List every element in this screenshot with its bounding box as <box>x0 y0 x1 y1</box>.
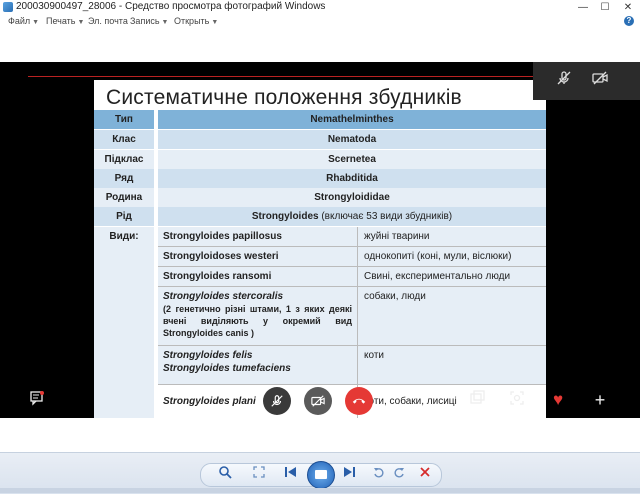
taxonomy-row: Клас Nematoda <box>94 130 546 149</box>
rotate-right-icon[interactable] <box>390 465 408 483</box>
delete-icon[interactable] <box>416 465 434 483</box>
species-host: коти, собаки, лисиці <box>364 396 457 407</box>
species-host: жуйні тварини <box>364 231 430 242</box>
row-value: Nematoda <box>158 130 546 149</box>
species-row: Strongyloides papillosus жуйні тварини <box>158 227 546 246</box>
species-name-text-2: Strongyloides tumefaciens <box>163 363 291 374</box>
photo-viewer-app-icon <box>3 2 13 12</box>
species-host: Свині, експериментально люди <box>364 271 511 282</box>
next-icon[interactable] <box>340 465 358 483</box>
row-label: Рід <box>94 207 154 226</box>
species-host: однокопиті (коні, мули, віслюки) <box>364 251 512 262</box>
species-row: Strongyloides felis Strongyloides tumefa… <box>158 346 546 384</box>
row-label: Родина <box>94 188 154 207</box>
row-value: Rhabditida <box>158 169 546 188</box>
prev-icon[interactable] <box>282 465 300 483</box>
rotate-left-icon[interactable] <box>370 465 388 483</box>
taxonomy-row: Тип Nemathelminthes <box>94 110 546 129</box>
species-row: Strongyloidoses westeri однокопиті (коні… <box>158 247 546 266</box>
close-button[interactable]: ✕ <box>617 0 639 15</box>
species-name: Strongyloides plani <box>158 385 358 418</box>
row-value: Nemathelminthes <box>158 110 546 129</box>
taxonomy-row: Рід Strongyloides (включає 53 види збудн… <box>94 207 546 226</box>
slideshow-button[interactable] <box>307 461 335 489</box>
row-value: Strongyloididae <box>158 188 546 207</box>
fit-icon[interactable] <box>250 465 268 483</box>
species-row: Strongyloides stercoralis (2 генетично р… <box>158 287 546 345</box>
slide-table: Тип Nemathelminthes Клас Nematoda Підкла… <box>94 80 546 418</box>
species-label: Види: <box>94 227 154 418</box>
menu-file[interactable]: Файл ▼ <box>8 16 39 26</box>
species-name: Strongyloidoses westeri <box>158 247 358 266</box>
species-host: коти <box>364 350 384 361</box>
slideshow-icon <box>315 470 327 479</box>
minimize-button[interactable]: — <box>572 0 594 15</box>
species-name: Strongyloides felis Strongyloides tumefa… <box>158 346 358 384</box>
maximize-button[interactable]: ☐ <box>594 0 616 15</box>
menu-print[interactable]: Печать ▼ <box>46 16 84 26</box>
chevron-down-icon: ▼ <box>211 19 219 26</box>
menu-open[interactable]: Открыть ▼ <box>174 16 218 26</box>
species-name: Strongyloides stercoralis (2 генетично р… <box>158 287 358 345</box>
taskbar-edge <box>0 488 640 493</box>
species-note: (2 генетично різні штами, 1 з яких деякі… <box>163 304 352 338</box>
row-value: Scernetea <box>158 150 546 169</box>
chevron-down-icon: ▼ <box>32 19 40 26</box>
chevron-down-icon: ▼ <box>161 19 169 26</box>
species-row: Strongyloides ransomi Свині, експеримент… <box>158 267 546 286</box>
species-name: Strongyloides papillosus <box>158 227 358 246</box>
window-title: 200030900497_28006 - Средство просмотра … <box>16 1 326 12</box>
menu-email[interactable]: Эл. почта <box>88 16 128 26</box>
menu-burn[interactable]: Запись ▼ <box>130 16 168 26</box>
chevron-down-icon: ▼ <box>77 19 85 26</box>
row-label: Підклас <box>94 150 154 169</box>
zoom-icon[interactable] <box>216 465 234 483</box>
taxonomy-row: Підклас Scernetea <box>94 150 546 169</box>
row-label: Клас <box>94 130 154 149</box>
slide-top-rule <box>28 76 548 77</box>
row-label: Тип <box>94 110 154 129</box>
title-bar: 200030900497_28006 - Средство просмотра … <box>0 0 640 16</box>
taxonomy-row: Родина Strongyloididae <box>94 188 546 207</box>
row-label: Ряд <box>94 169 154 188</box>
species-host: собаки, люди <box>364 291 426 302</box>
species-row: Strongyloides plani коти, собаки, лисиці <box>158 385 546 418</box>
row-value: Strongyloides (включає 53 види збудників… <box>158 207 546 226</box>
taxonomy-row: Ряд Rhabditida <box>94 169 546 188</box>
species-name: Strongyloides ransomi <box>158 267 358 286</box>
species-name-text: Strongyloides stercoralis <box>163 291 284 302</box>
species-name-text: Strongyloides felis <box>163 350 253 361</box>
genus-note: (включає 53 види збудників) <box>318 211 453 222</box>
help-icon[interactable]: ? <box>624 16 634 26</box>
menu-bar: Файл ▼ Печать ▼ Эл. почта Запись ▼ Открыть ▼… <box>0 15 640 29</box>
genus-name: Strongyloides <box>251 211 319 222</box>
